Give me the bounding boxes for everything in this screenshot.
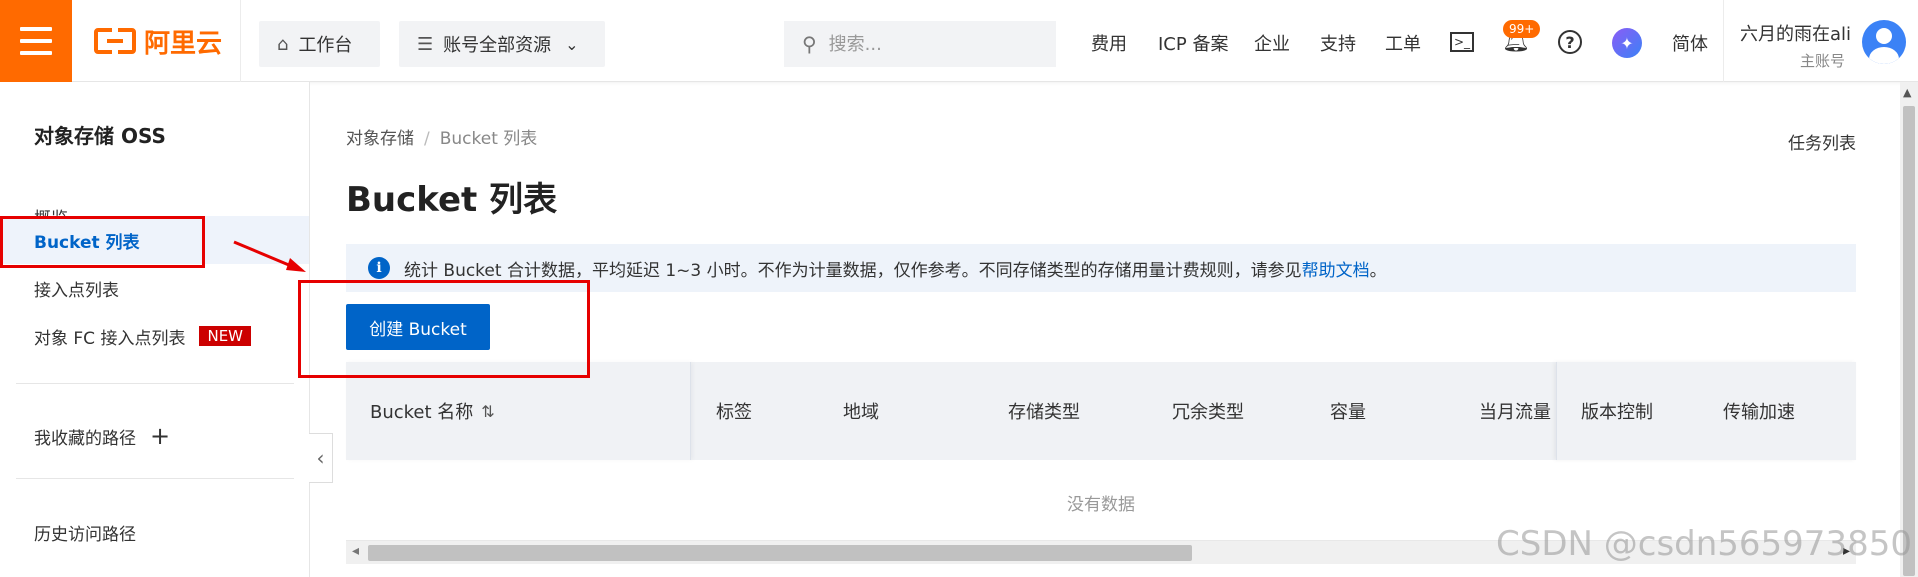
nav-icp[interactable]: ICP 备案 bbox=[1158, 30, 1228, 56]
breadcrumb-current: Bucket 列表 bbox=[439, 129, 538, 149]
column-header-versioning: 版本控制 bbox=[1581, 402, 1653, 423]
history-section[interactable]: 历史访问路径 bbox=[0, 502, 309, 562]
language-switch[interactable]: 简体 bbox=[1672, 30, 1708, 56]
home-icon: ⌂ bbox=[277, 33, 289, 55]
table-header-fixed-right: 版本控制 传输加速 bbox=[1556, 362, 1856, 460]
search-icon: ⚲ bbox=[802, 32, 817, 56]
user-name: 六月的雨在ali bbox=[1740, 24, 1852, 45]
scroll-left-icon[interactable]: ◂ bbox=[352, 543, 359, 559]
help-icon[interactable]: ? bbox=[1558, 30, 1582, 54]
vertical-scrollbar[interactable]: ▲ bbox=[1900, 82, 1918, 577]
ai-assistant-icon[interactable]: ✦ bbox=[1612, 28, 1642, 58]
sidebar-item-fc-access-points[interactable]: 对象 FC 接入点列表 NEW bbox=[0, 312, 309, 360]
hamburger-menu-icon bbox=[20, 27, 52, 31]
column-header-tags: 标签 bbox=[716, 402, 752, 423]
terminal-icon[interactable]: >_ bbox=[1450, 32, 1474, 52]
column-header-storage-class: 存储类型 bbox=[1008, 402, 1080, 423]
user-menu[interactable]: 六月的雨在ali 主账号 bbox=[1723, 0, 1851, 82]
info-notice: i 统计 Bucket 合计数据，平均延迟 1~3 小时。不作为计量数据，仅作参… bbox=[346, 244, 1856, 292]
search-input[interactable] bbox=[828, 33, 1029, 55]
watermark: CSDN @csdn565973850 bbox=[1496, 524, 1912, 564]
create-bucket-button[interactable]: 创建 Bucket bbox=[346, 304, 490, 350]
sidebar-item-access-points[interactable]: 接入点列表 bbox=[0, 264, 309, 312]
avatar[interactable] bbox=[1862, 20, 1906, 64]
nav-enterprise[interactable]: 企业 bbox=[1254, 30, 1290, 56]
sidebar-item-bucket-list[interactable]: Bucket 列表 bbox=[0, 216, 309, 264]
favorites-section[interactable]: 我收藏的路径 + bbox=[0, 408, 309, 464]
search-box[interactable]: ⚲ bbox=[784, 21, 1056, 67]
info-icon: i bbox=[368, 257, 390, 279]
nav-tickets[interactable]: 工单 bbox=[1385, 30, 1421, 56]
horizontal-scroll-thumb[interactable] bbox=[368, 545, 1192, 561]
vertical-scroll-thumb[interactable] bbox=[1903, 106, 1915, 576]
breadcrumb: 对象存储 / Bucket 列表 bbox=[346, 129, 538, 149]
table-header: Bucket 名称 ⇅ 标签 地域 存储类型 冗余类型 容量 当月流量 版本控制… bbox=[346, 362, 1856, 460]
sort-icon[interactable]: ⇅ bbox=[481, 402, 494, 421]
help-doc-link[interactable]: 帮助文档 bbox=[1302, 256, 1370, 281]
new-badge: NEW bbox=[199, 326, 251, 346]
breadcrumb-oss[interactable]: 对象存储 bbox=[346, 129, 414, 149]
workbench-button[interactable]: ⌂ 工作台 bbox=[259, 21, 380, 67]
task-list-link[interactable]: 任务列表 bbox=[1788, 129, 1856, 154]
notification-badge: 99+ bbox=[1503, 20, 1541, 38]
column-header-bucket-name[interactable]: Bucket 名称 ⇅ bbox=[346, 362, 691, 460]
page-title: Bucket 列表 bbox=[346, 180, 558, 220]
sidebar-title: 对象存储 OSS bbox=[34, 124, 166, 148]
hamburger-menu-button[interactable] bbox=[0, 0, 72, 82]
aliyun-logo[interactable]: 阿里云 bbox=[94, 24, 222, 59]
nav-support[interactable]: 支持 bbox=[1320, 30, 1356, 56]
column-header-monthly-traffic: 当月流量 bbox=[1479, 402, 1551, 423]
column-header-capacity: 容量 bbox=[1330, 402, 1366, 423]
resources-dropdown[interactable]: ☰ 账号全部资源 ⌄ bbox=[399, 21, 605, 67]
add-favorite-icon[interactable]: + bbox=[150, 422, 170, 450]
top-bar: 阿里云 ⌂ 工作台 ☰ 账号全部资源 ⌄ ⚲ 费用 ICP 备案 企业 支持 工… bbox=[0, 0, 1918, 82]
column-header-redundancy: 冗余类型 bbox=[1172, 402, 1244, 423]
scroll-up-icon[interactable]: ▲ bbox=[1903, 86, 1911, 99]
nav-fees[interactable]: 费用 bbox=[1091, 30, 1127, 56]
chevron-down-icon: ⌄ bbox=[565, 34, 579, 54]
column-header-region: 地域 bbox=[843, 402, 879, 423]
column-header-transfer-acceleration: 传输加速 bbox=[1723, 402, 1795, 423]
sidebar: 对象存储 OSS 概览 Bucket 列表 接入点列表 对象 FC 接入点列表 … bbox=[0, 82, 310, 577]
main-content: 对象存储 / Bucket 列表 任务列表 Bucket 列表 i 统计 Bucke… bbox=[310, 82, 1918, 577]
stack-icon: ☰ bbox=[417, 33, 434, 55]
bucket-table: Bucket 名称 ⇅ 标签 地域 存储类型 冗余类型 容量 当月流量 版本控制… bbox=[346, 362, 1856, 544]
user-role: 主账号 bbox=[1800, 52, 1846, 70]
aliyun-logo-icon bbox=[94, 26, 136, 56]
